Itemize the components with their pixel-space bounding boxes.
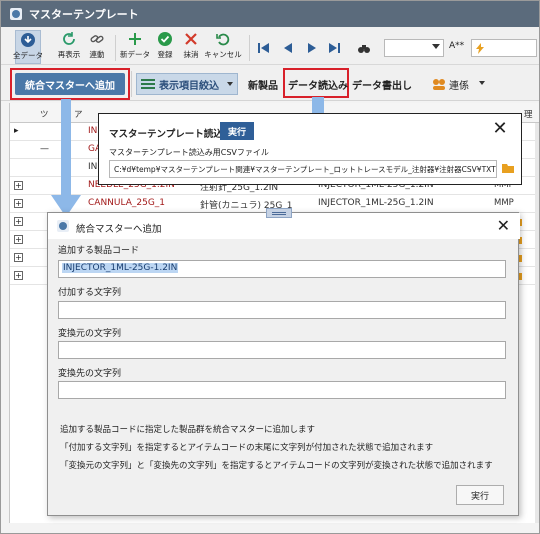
new-data-button[interactable]: 新データ [120,30,150,64]
product-code-field[interactable]: INJECTOR_1ML-25G-1.2IN [58,260,506,278]
first-record-icon[interactable] [257,41,271,55]
append-string-field[interactable] [58,301,506,319]
filter-items-label: 表示項目絞込 [159,80,219,92]
delete-button[interactable]: 抹消 [178,30,204,64]
to-string-field[interactable] [58,381,506,399]
app-icon [10,8,22,20]
binoculars-icon[interactable] [357,41,371,55]
register-label: 登録 [157,50,173,59]
csv-path-field[interactable]: C:¥d¥temp¥マスターテンプレート関連¥マスターテンプレート_ロットトレー… [109,160,497,178]
cancel-button[interactable]: キャンセル [204,30,242,64]
folder-icon[interactable] [501,162,515,174]
people-icon [433,79,445,90]
next-record-icon[interactable] [305,41,319,55]
data-read-button[interactable]: データ読込み [288,77,348,92]
item-code: IN [88,162,98,172]
all-data-label: 全データ [13,51,43,60]
chevron-down-icon [479,81,485,85]
data-write-button[interactable]: データ書出し [352,77,412,92]
tree-line: — [40,144,49,154]
from-string-label: 変換元の文字列 [58,329,122,339]
product-code-value: INJECTOR_1ML-25G-1.2IN [62,263,179,273]
item-code: IN [88,126,98,136]
append-string-label: 付加する文字列 [58,288,122,298]
column-header: ツ [40,110,49,120]
chevron-down-icon [227,82,233,86]
column-header: 理 [524,110,533,120]
drag-handle[interactable] [266,208,292,218]
secondary-toolbar: 統合マスターへ追加 表示項目絞込 新製品 データ読込み データ書出し 連係 [1,65,539,101]
new-data-label: 新データ [120,50,150,59]
undo-icon [216,33,230,46]
description-line: 「変換元の文字列」と「変換先の文字列」を指定するとアイテムコードの文字列が変換さ… [60,461,493,471]
filter-items-button[interactable]: 表示項目絞込 [136,73,238,95]
refresh-icon [63,32,75,45]
app-window: マスターテンプレート 全データ 再表示 連動 新データ 登録 抹消 キャンセル … [0,0,540,534]
link-button[interactable]: 連動 [84,30,110,64]
expand-toggle[interactable]: + [14,253,23,262]
register-button[interactable]: 登録 [152,30,178,64]
read-template-popup: マスターテンプレート読込み 実行 ✕ マスターテンプレート読込み用CSVファイル… [98,113,522,185]
search-dropdown[interactable] [384,39,444,57]
all-data-button[interactable]: 全データ [13,30,43,64]
description-line: 「付加する文字列」を指定するとアイテムコードの末尾に文字列が付加された状態で追加… [60,443,434,453]
parent-code: INJECTOR_1ML-25G_1.2IN [318,198,434,208]
link-label: 連動 [89,50,105,59]
x-icon [185,33,197,45]
execute-button[interactable]: 実行 [456,485,504,505]
cancel-label: キャンセル [204,50,242,59]
expand-toggle[interactable]: + [14,235,23,244]
from-string-field[interactable] [58,341,506,359]
expand-toggle[interactable]: + [14,181,23,190]
list-icon [141,79,155,89]
expand-toggle[interactable]: + [14,271,23,280]
item-type: MMP [494,198,514,208]
link-icon [90,35,104,43]
app-icon [57,220,69,232]
lightning-icon [476,43,484,54]
add-to-master-dialog: 統合マスターへ追加 ✕ 追加する製品コード INJECTOR_1ML-25G-1… [47,208,520,516]
expand-toggle[interactable]: + [14,217,23,226]
font-size-label: A** [449,41,465,51]
title-bar: マスターテンプレート [1,1,539,27]
arrow-down-icon [51,99,81,217]
close-icon[interactable]: ✕ [491,120,509,138]
new-product-button[interactable]: 新製品 [248,77,278,92]
toolbar-separator [249,35,250,61]
refresh-label: 再表示 [57,50,81,59]
csv-file-label: マスターテンプレート読込み用CSVファイル [109,148,269,157]
check-icon [158,32,172,46]
popup-run-button[interactable]: 実行 [220,122,254,140]
chevron-down-icon [432,44,440,49]
toolbar-separator [131,71,132,97]
download-icon [21,33,35,47]
window-title: マスターテンプレート [29,8,139,21]
close-icon[interactable]: ✕ [497,216,510,235]
dialog-title: 統合マスターへ追加 [76,224,162,235]
product-code-label: 追加する製品コード [58,246,140,256]
to-string-label: 変換先の文字列 [58,369,122,379]
popup-title: マスターテンプレート読込み [109,129,233,140]
description-line: 追加する製品コードに指定した製品群を統合マスターに追加します [60,425,316,435]
row-indicator: ▸ [14,126,19,136]
refresh-button[interactable]: 再表示 [56,30,82,64]
item-code: CANNULA_25G_1 [88,198,166,208]
toolbar-separator [115,35,116,61]
expand-toggle[interactable]: + [14,199,23,208]
link-menu-label[interactable]: 連係 [449,77,469,92]
search-input[interactable] [471,39,537,57]
last-record-icon[interactable] [327,41,341,55]
prev-record-icon[interactable] [281,41,295,55]
vertical-scrollbar[interactable] [535,123,539,523]
plus-icon [129,33,141,45]
add-to-master-button[interactable]: 統合マスターへ追加 [15,73,125,95]
delete-label: 抹消 [183,50,199,59]
